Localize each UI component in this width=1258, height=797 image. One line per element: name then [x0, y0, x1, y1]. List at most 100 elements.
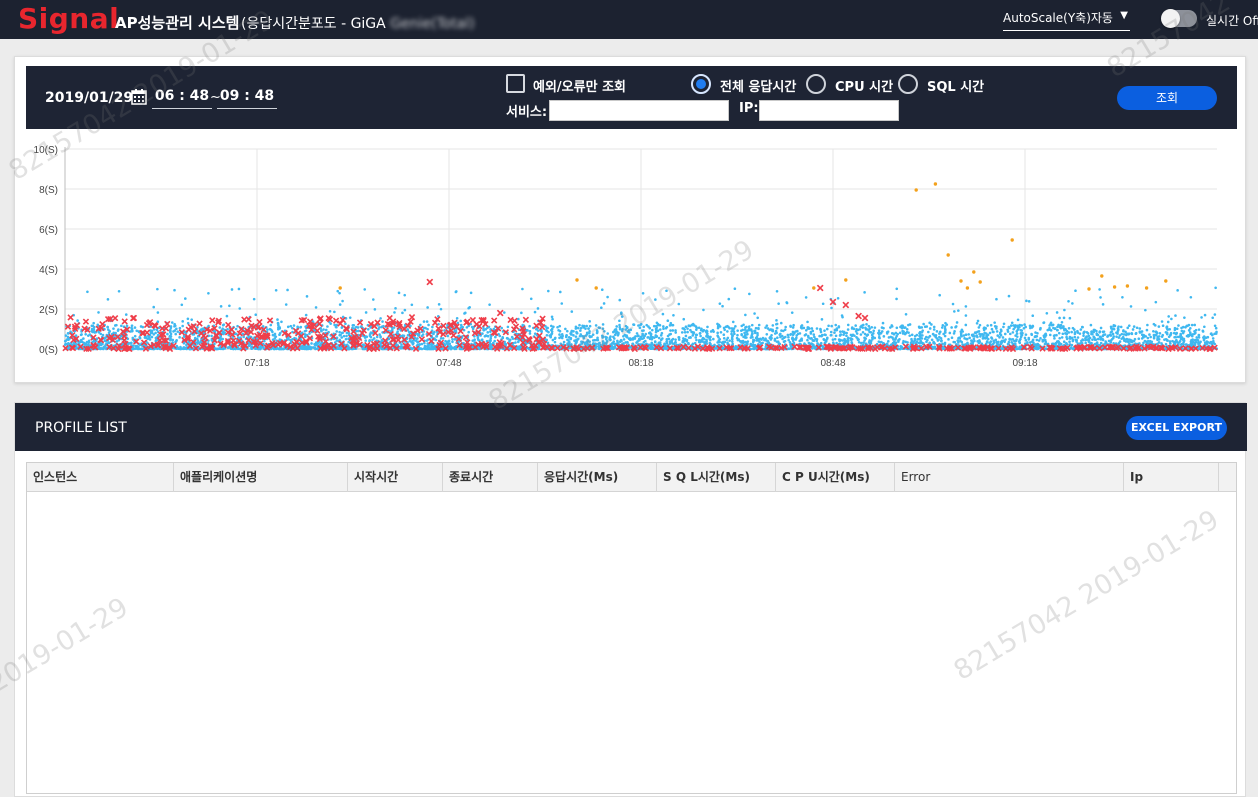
service-input[interactable]	[549, 100, 729, 121]
calendar-icon[interactable]	[131, 89, 147, 105]
normal-point	[66, 332, 70, 335]
normal-point	[965, 337, 968, 341]
normal-point	[103, 336, 107, 340]
normal-point	[807, 326, 810, 330]
normal-point	[602, 341, 605, 344]
normal-point	[825, 327, 829, 331]
normal-point	[431, 325, 434, 329]
normal-point	[335, 325, 338, 329]
normal-point	[932, 340, 935, 344]
normal-point	[771, 328, 774, 332]
response-time-scatter-chart[interactable]: 0(S)2(S)4(S)6(S)8(S)10(S)07:18 07:48 08:18…	[15, 140, 1247, 384]
normal-point	[1168, 340, 1172, 343]
normal-point	[429, 347, 432, 351]
normal-point	[855, 335, 858, 339]
time-from-input[interactable]: 06 : 48	[152, 88, 212, 109]
normal-point	[765, 332, 769, 336]
normal-point	[734, 325, 737, 328]
normal-point	[476, 336, 480, 340]
normal-point	[1112, 325, 1115, 328]
normal-point	[869, 339, 873, 343]
search-button[interactable]: 조회	[1117, 86, 1217, 110]
normal-point	[745, 336, 748, 339]
normal-point	[653, 340, 657, 343]
normal-point	[1127, 340, 1130, 344]
normal-point	[598, 326, 601, 330]
normal-point	[680, 331, 684, 334]
normal-point	[174, 340, 178, 343]
x-tick-label: 07:48	[436, 358, 461, 369]
normal-point	[421, 333, 425, 336]
normal-point	[841, 339, 844, 342]
normal-point	[770, 333, 773, 337]
normal-point	[891, 336, 894, 339]
normal-point	[565, 334, 568, 337]
normal-point	[1035, 347, 1038, 350]
radio-cpu-time[interactable]	[806, 74, 826, 94]
normal-point	[1206, 335, 1210, 339]
normal-point	[1008, 332, 1012, 336]
normal-point	[1069, 346, 1073, 349]
normal-point	[1015, 329, 1019, 333]
normal-point	[779, 332, 782, 336]
normal-point	[878, 340, 882, 344]
normal-point	[731, 334, 734, 338]
normal-point	[1019, 337, 1022, 341]
normal-point	[1031, 325, 1035, 328]
normal-point	[581, 324, 584, 328]
normal-point	[1053, 337, 1056, 340]
normal-point	[1211, 337, 1215, 340]
radio-total-response[interactable]	[691, 74, 711, 94]
normal-point	[1087, 334, 1091, 338]
normal-point	[666, 334, 670, 338]
normal-point	[135, 329, 139, 333]
normal-point	[1149, 335, 1152, 339]
normal-point	[344, 337, 348, 341]
normal-point	[657, 336, 661, 340]
normal-point	[728, 339, 731, 342]
normal-point	[536, 329, 540, 332]
normal-point	[1052, 334, 1056, 338]
normal-point	[587, 327, 590, 330]
normal-point	[826, 336, 829, 340]
ip-label: IP:	[739, 101, 759, 116]
normal-point	[379, 335, 382, 338]
normal-point	[757, 326, 760, 330]
normal-point	[1011, 331, 1015, 334]
normal-point	[1043, 338, 1046, 341]
normal-point	[292, 324, 296, 327]
normal-point	[1084, 341, 1087, 345]
normal-point	[615, 325, 618, 328]
normal-point	[648, 326, 652, 330]
autoscale-select[interactable]: AutoScale(Y축)자동 ▼	[1003, 9, 1130, 31]
normal-point	[1205, 340, 1209, 343]
normal-point	[1101, 338, 1105, 342]
error-only-checkbox[interactable]	[506, 74, 525, 93]
normal-point	[736, 329, 739, 332]
normal-point	[723, 340, 727, 344]
radio-sql-time[interactable]	[898, 74, 918, 94]
normal-point	[84, 332, 87, 336]
normal-point	[1081, 325, 1084, 329]
normal-point	[320, 329, 323, 333]
normal-point	[863, 336, 866, 340]
normal-point	[1092, 330, 1096, 334]
normal-point	[671, 323, 675, 327]
time-to-input[interactable]: 09 : 48	[217, 88, 277, 109]
normal-point	[1175, 327, 1179, 331]
normal-point	[278, 333, 281, 337]
normal-point	[866, 333, 870, 337]
normal-point	[1144, 340, 1148, 343]
ip-input[interactable]	[759, 100, 899, 121]
normal-point	[578, 323, 581, 327]
normal-point	[565, 329, 569, 333]
normal-point	[1085, 330, 1089, 334]
normal-point	[1022, 326, 1026, 330]
normal-point	[620, 329, 624, 333]
normal-point	[792, 337, 796, 341]
normal-point	[416, 337, 419, 340]
realtime-toggle[interactable]	[1161, 9, 1197, 28]
normal-point	[818, 334, 821, 338]
normal-point	[310, 342, 313, 345]
normal-point	[740, 333, 743, 337]
